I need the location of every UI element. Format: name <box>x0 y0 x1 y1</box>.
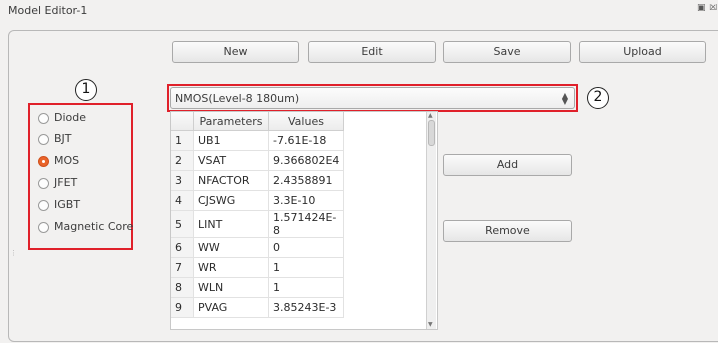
remove-button[interactable]: Remove <box>443 220 572 242</box>
value-cell[interactable]: -7.61E-18 <box>268 130 344 151</box>
scroll-up-icon[interactable]: ▲ <box>428 113 433 119</box>
edit-button[interactable]: Edit <box>308 41 436 63</box>
value-cell[interactable]: 2.4358891 <box>268 170 344 191</box>
title-bar: Model Editor-1 ▣ ☒ <box>0 0 718 22</box>
radio-label: MOS <box>54 154 80 167</box>
corner-header <box>171 112 194 131</box>
radio-label: Diode <box>54 111 87 124</box>
row-number-cell: 7 <box>171 257 194 278</box>
row-number-cell: 6 <box>171 237 194 258</box>
parameter-cell[interactable]: WLN <box>193 277 269 298</box>
parameter-cell[interactable]: UB1 <box>193 130 269 151</box>
parameter-cell[interactable]: WR <box>193 257 269 278</box>
radio-button[interactable] <box>38 156 49 167</box>
radio-button[interactable] <box>38 113 49 124</box>
radio-label: IGBT <box>54 198 81 211</box>
parameter-cell[interactable]: LINT <box>193 210 269 238</box>
radio-label: BJT <box>54 132 72 145</box>
upload-button[interactable]: Upload <box>579 41 706 63</box>
model-select[interactable]: NMOS(Level-8 180um) ▲ ▼ <box>170 87 575 109</box>
value-cell[interactable]: 3.3E-10 <box>268 190 344 211</box>
column-header-values[interactable]: Values <box>268 112 344 131</box>
table-row[interactable]: 3 NFACTOR 2.4358891 <box>171 170 344 191</box>
table-row[interactable]: 5 LINT 1.571424E-8 <box>171 210 344 238</box>
parameter-cell[interactable]: WW <box>193 237 269 258</box>
radio-button[interactable] <box>38 178 49 189</box>
updown-arrow-icon: ▲ ▼ <box>561 91 568 106</box>
value-cell[interactable]: 1 <box>268 277 344 298</box>
callout-2: 2 <box>587 87 609 109</box>
table-row[interactable]: 6 WW 0 <box>171 237 344 258</box>
table-row[interactable]: 4 CJSWG 3.3E-10 <box>171 190 344 211</box>
value-cell[interactable]: 1.571424E-8 <box>268 210 344 238</box>
value-cell[interactable]: 1 <box>268 257 344 278</box>
row-number-cell: 2 <box>171 150 194 171</box>
new-button[interactable]: New <box>172 41 299 63</box>
close-window-icon[interactable]: ☒ <box>709 4 718 13</box>
parameters-table: Parameters Values 1 UB1 -7.61E-18 2 VSAT 9.36… <box>170 111 438 330</box>
callout-1: 1 <box>75 79 97 101</box>
table-row[interactable]: 2 VSAT 9.366802E4 <box>171 150 344 171</box>
radio-button[interactable] <box>38 222 49 233</box>
radio-label: JFET <box>54 176 78 189</box>
row-number-cell: 9 <box>171 297 194 318</box>
table-row[interactable]: 7 WR 1 <box>171 257 344 278</box>
row-number-cell: 4 <box>171 190 194 211</box>
table-scrollbar[interactable]: ▲ ▼ <box>426 112 436 329</box>
radio-button[interactable] <box>38 200 49 211</box>
resize-grip-icon[interactable]: ⋮ <box>10 249 17 257</box>
parameter-cell[interactable]: NFACTOR <box>193 170 269 191</box>
column-header-parameters[interactable]: Parameters <box>193 112 269 131</box>
save-button[interactable]: Save <box>443 41 571 63</box>
parameter-cell[interactable]: PVAG <box>193 297 269 318</box>
model-select-value: NMOS(Level-8 180um) <box>175 92 300 105</box>
value-cell[interactable]: 3.85243E-3 <box>268 297 344 318</box>
row-number-cell: 1 <box>171 130 194 151</box>
scrollbar-thumb[interactable] <box>428 120 435 146</box>
row-number-cell: 5 <box>171 210 194 238</box>
table-row[interactable]: 8 WLN 1 <box>171 277 344 298</box>
window-title: Model Editor-1 <box>8 4 88 17</box>
radio-button[interactable] <box>38 134 49 145</box>
add-button[interactable]: Add <box>443 154 572 176</box>
row-number-cell: 8 <box>171 277 194 298</box>
radio-label: Magnetic Core <box>54 220 134 233</box>
table-row[interactable]: 1 UB1 -7.61E-18 <box>171 130 344 151</box>
parameter-cell[interactable]: CJSWG <box>193 190 269 211</box>
value-cell[interactable]: 0 <box>268 237 344 258</box>
scroll-down-icon[interactable]: ▼ <box>428 322 433 328</box>
table-row[interactable]: 9 PVAG 3.85243E-3 <box>171 297 344 318</box>
row-number-cell: 3 <box>171 170 194 191</box>
float-window-icon[interactable]: ▣ <box>697 4 706 13</box>
value-cell[interactable]: 9.366802E4 <box>268 150 344 171</box>
parameter-cell[interactable]: VSAT <box>193 150 269 171</box>
